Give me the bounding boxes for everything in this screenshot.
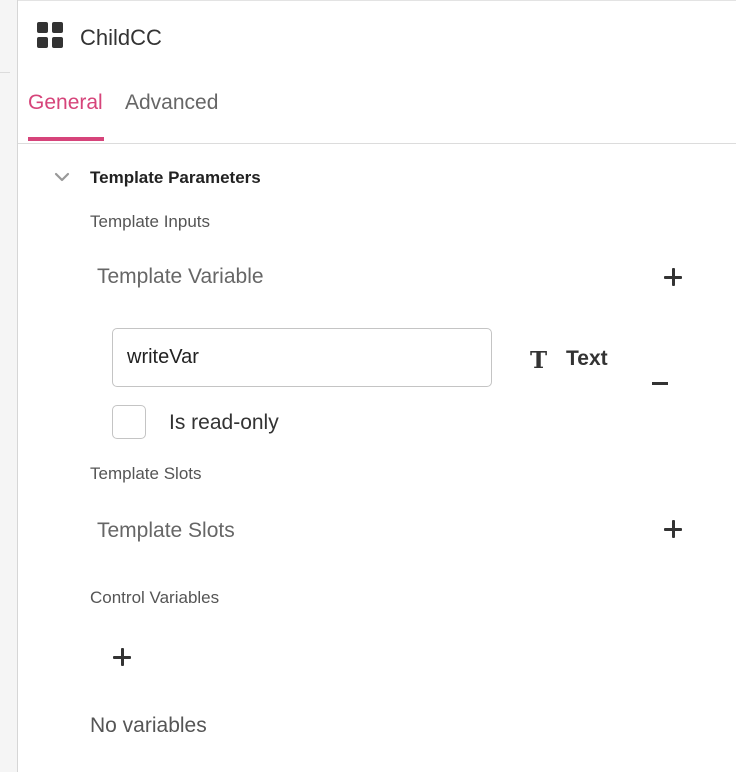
tab-advanced[interactable]: Advanced <box>125 91 218 115</box>
add-control-variable-button[interactable] <box>111 646 133 668</box>
properties-panel: ChildCC General Advanced Template Parame… <box>18 0 736 772</box>
template-slots-label: Template Slots <box>97 519 235 542</box>
template-slots-section-label: Template Slots <box>90 464 202 483</box>
left-panel-divider <box>0 72 10 73</box>
section-title: Template Parameters <box>90 168 261 187</box>
no-variables-text: No variables <box>90 714 207 737</box>
text-type-icon: T <box>530 347 548 374</box>
active-tab-indicator <box>28 137 104 141</box>
tab-bar: General Advanced <box>18 72 736 144</box>
read-only-checkbox[interactable] <box>112 405 146 439</box>
control-variables-label: Control Variables <box>90 588 220 607</box>
add-template-slot-button[interactable] <box>662 518 684 540</box>
tab-general[interactable]: General <box>28 91 103 115</box>
panel-title: ChildCC <box>80 25 162 50</box>
grid-icon <box>37 22 63 48</box>
remove-variable-button[interactable] <box>650 373 670 393</box>
left-panel-edge <box>0 0 18 772</box>
variable-type-label[interactable]: Text <box>566 347 608 371</box>
read-only-label: Is read-only <box>169 411 279 434</box>
template-variable-label: Template Variable <box>97 265 264 288</box>
template-inputs-label: Template Inputs <box>90 212 211 231</box>
variable-name-input[interactable] <box>112 328 492 387</box>
chevron-down-icon[interactable] <box>53 168 71 186</box>
panel-header: ChildCC <box>18 0 736 72</box>
add-template-variable-button[interactable] <box>662 266 684 288</box>
